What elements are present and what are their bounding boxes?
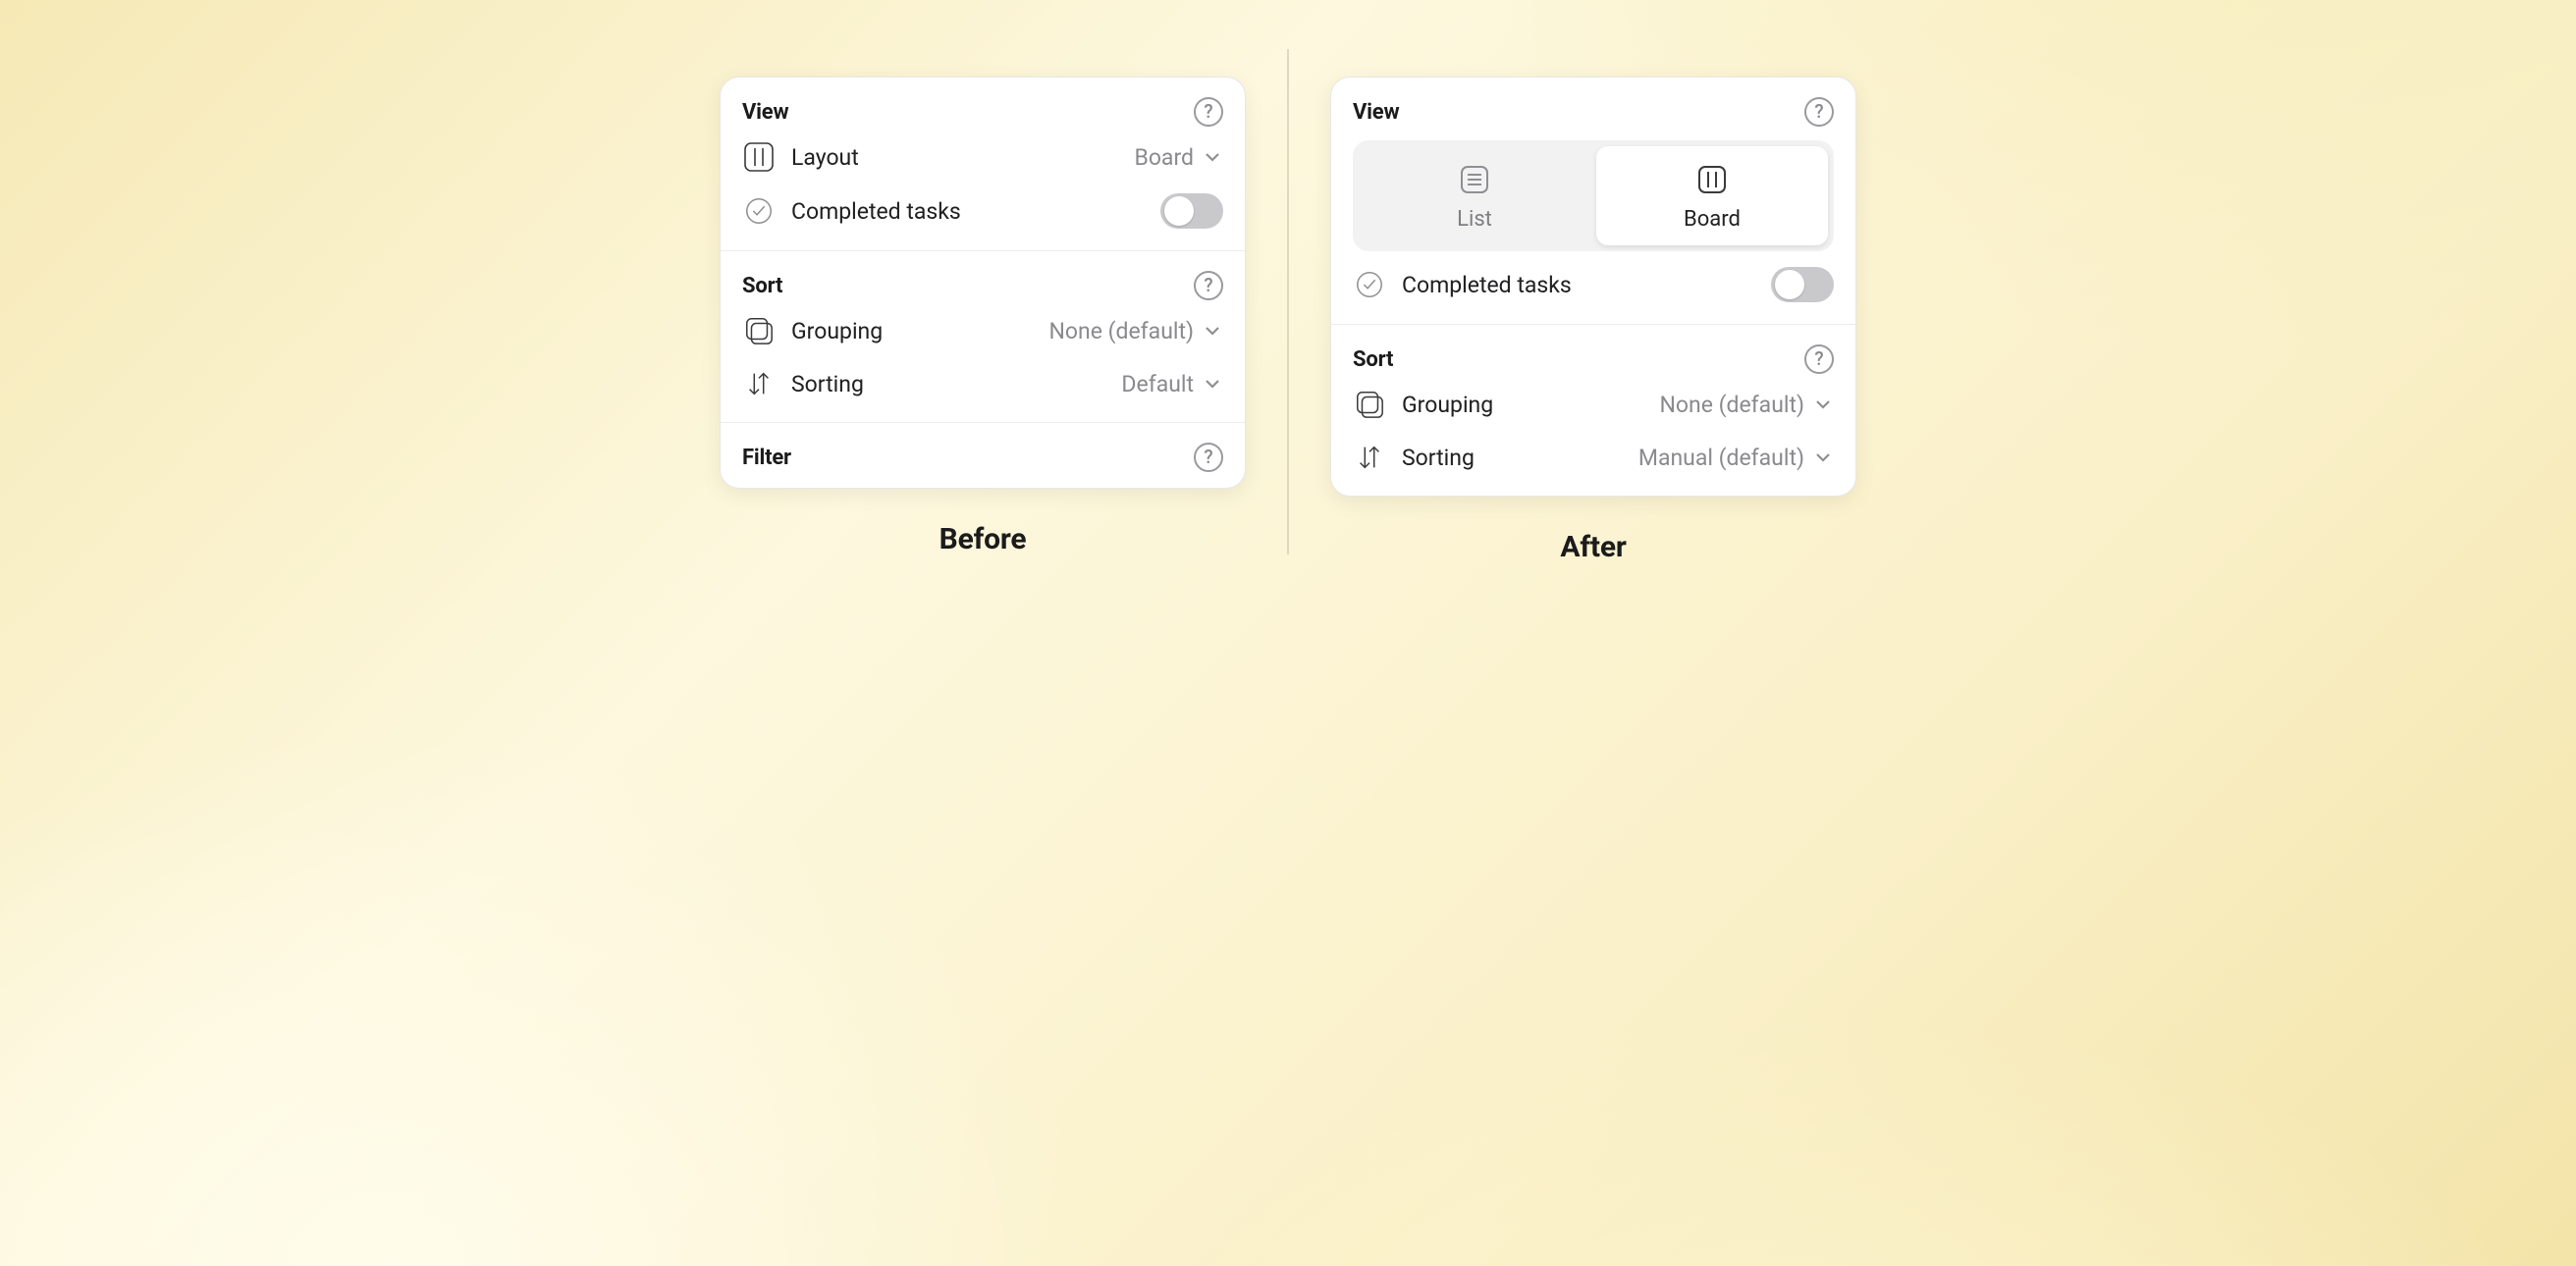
chevron-down-icon — [1812, 394, 1834, 415]
view-section-title: View — [1353, 100, 1399, 125]
sort-help-button[interactable]: ? — [1194, 271, 1223, 300]
chevron-down-icon — [1202, 146, 1223, 168]
filter-section-header: Filter ? — [721, 437, 1245, 476]
sort-section: Sort ? Grouping None (default) — [721, 250, 1245, 422]
chevron-down-icon — [1202, 373, 1223, 395]
sort-section-header: Sort ? — [1331, 339, 1855, 378]
layout-value-control[interactable]: Board — [1134, 144, 1223, 171]
sort-section-title: Sort — [1353, 347, 1393, 372]
segment-board-label: Board — [1684, 207, 1741, 232]
chevron-down-icon — [1202, 320, 1223, 342]
segment-board[interactable]: Board — [1596, 146, 1828, 245]
view-help-button[interactable]: ? — [1804, 97, 1834, 127]
view-section: View ? List — [1331, 78, 1855, 324]
grouping-value: None (default) — [1049, 318, 1194, 344]
completed-tasks-row: Completed tasks — [1331, 257, 1855, 312]
grouping-value-control[interactable]: None (default) — [1660, 392, 1834, 418]
grouping-label: Grouping — [1402, 392, 1493, 418]
layout-row[interactable]: Layout Board — [721, 131, 1245, 184]
grouping-row[interactable]: Grouping None (default) — [721, 304, 1245, 357]
view-section: View ? Layout Board — [721, 78, 1245, 250]
completed-tasks-label: Completed tasks — [791, 198, 961, 225]
after-column: View ? List — [1289, 77, 1898, 564]
before-caption: Before — [939, 522, 1027, 556]
sort-section-header: Sort ? — [721, 265, 1245, 304]
sort-section: Sort ? Grouping None (default) — [1331, 324, 1855, 496]
chevron-down-icon — [1812, 447, 1834, 468]
grouping-value: None (default) — [1660, 392, 1804, 418]
before-panel: View ? Layout Board — [720, 77, 1246, 489]
filter-section: Filter ? — [721, 422, 1245, 488]
grouping-icon — [1353, 388, 1386, 421]
list-icon — [1457, 162, 1492, 197]
sorting-label: Sorting — [791, 371, 864, 397]
view-section-header: View ? — [721, 91, 1245, 131]
segment-list-label: List — [1457, 207, 1492, 232]
sorting-value: Manual (default) — [1638, 445, 1804, 471]
board-columns-icon — [742, 140, 776, 174]
filter-section-title: Filter — [742, 446, 791, 470]
view-help-button[interactable]: ? — [1194, 97, 1223, 127]
sorting-value-control[interactable]: Default — [1121, 371, 1223, 397]
before-column: View ? Layout Board — [678, 77, 1287, 556]
layout-segmented-control[interactable]: List Board — [1353, 140, 1834, 251]
completed-tasks-toggle[interactable] — [1771, 267, 1834, 302]
completed-tasks-row: Completed tasks — [721, 184, 1245, 238]
completed-tasks-toggle[interactable] — [1160, 193, 1223, 229]
grouping-value-control[interactable]: None (default) — [1049, 318, 1223, 344]
sorting-row[interactable]: Sorting Manual (default) — [1331, 431, 1855, 484]
grouping-row[interactable]: Grouping None (default) — [1331, 378, 1855, 431]
after-panel: View ? List — [1330, 77, 1856, 497]
filter-help-button[interactable]: ? — [1194, 443, 1223, 472]
sorting-value-control[interactable]: Manual (default) — [1638, 445, 1834, 471]
segment-list[interactable]: List — [1359, 146, 1590, 245]
check-circle-icon — [1353, 268, 1386, 301]
after-caption: After — [1560, 530, 1626, 564]
sorting-row[interactable]: Sorting Default — [721, 357, 1245, 410]
sorting-label: Sorting — [1402, 445, 1475, 471]
comparison-stage: View ? Layout Board — [678, 77, 1898, 564]
board-columns-icon — [1694, 162, 1730, 197]
layout-label: Layout — [791, 144, 859, 171]
sort-arrows-icon — [742, 367, 776, 400]
sorting-value: Default — [1121, 371, 1194, 397]
view-section-title: View — [742, 100, 788, 125]
check-circle-icon — [742, 194, 776, 228]
sort-arrows-icon — [1353, 441, 1386, 474]
layout-value: Board — [1134, 144, 1194, 171]
completed-tasks-label: Completed tasks — [1402, 272, 1572, 298]
grouping-icon — [742, 314, 776, 347]
sort-section-title: Sort — [742, 274, 782, 298]
sort-help-button[interactable]: ? — [1804, 344, 1834, 374]
grouping-label: Grouping — [791, 318, 883, 344]
view-section-header: View ? — [1331, 91, 1855, 131]
